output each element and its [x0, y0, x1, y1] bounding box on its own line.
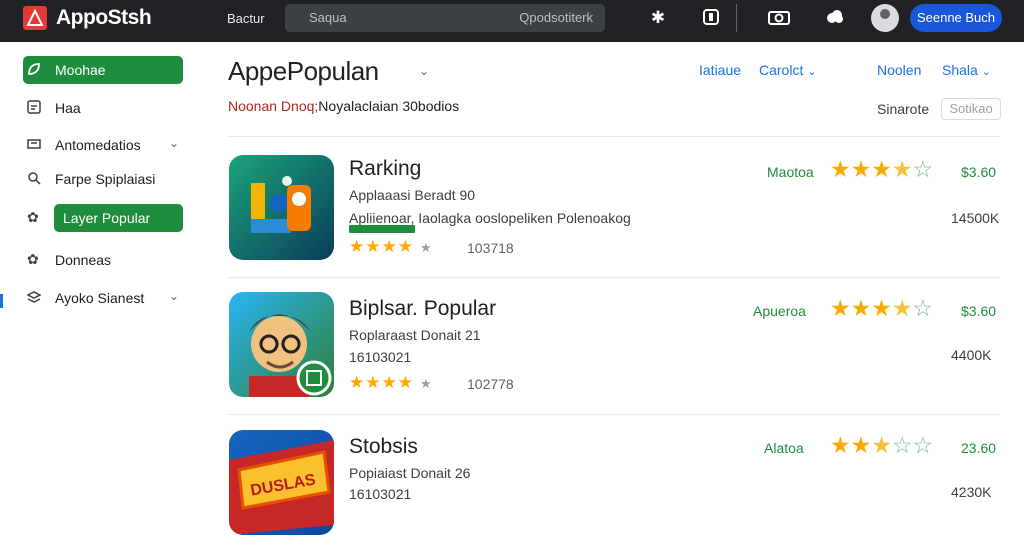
mini-stars-empty: ★: [419, 376, 433, 391]
star-icon: ☆: [891, 432, 913, 458]
ticket-icon: [27, 137, 41, 151]
app-name[interactable]: Stobsis: [349, 435, 418, 459]
app-price: $3.60: [961, 164, 997, 180]
tablet-icon[interactable]: [701, 8, 721, 28]
mini-rating: ★★★★ ★: [349, 237, 433, 257]
download-count: 14500K: [951, 210, 1000, 226]
star-icon: ★: [830, 156, 851, 182]
subtitle-text: Noyalaclaian 30bodios: [318, 98, 460, 114]
star-icon: ★: [830, 432, 851, 458]
app-logo-text[interactable]: AppoStsh: [56, 6, 152, 30]
layers-icon: [26, 290, 42, 304]
divider: [228, 136, 1000, 137]
sidebar-item-label: Farpe Spiplaiasi: [55, 171, 156, 187]
sort-select[interactable]: Sotikao: [941, 98, 1001, 120]
search-bar[interactable]: Saqua Qpodsotiterk: [285, 4, 605, 32]
app-publisher: Popiaiast Donait 26: [349, 465, 471, 481]
star-icon: ★: [891, 156, 913, 182]
chevron-down-icon[interactable]: ⌄: [419, 64, 429, 78]
logo-icon[interactable]: [23, 6, 47, 30]
filter-label: Shala: [942, 62, 978, 78]
app-icon-rarking[interactable]: [229, 155, 334, 260]
download-count: 4230K: [951, 484, 992, 500]
filter-label: Carolct: [759, 62, 804, 78]
sort-label: Sinarote: [877, 101, 930, 117]
app-name[interactable]: Biplsar. Popular: [349, 297, 496, 321]
scroll-marker: [0, 294, 3, 308]
sidebar-item-label: Ayoko Sianest: [55, 290, 145, 306]
filter-dropdown-1[interactable]: Carolct ⌄: [759, 62, 816, 78]
app-category[interactable]: Maotoa: [767, 164, 814, 180]
app-icon-stobsis[interactable]: DUSLAS: [229, 430, 334, 535]
star-icon: ☆: [912, 156, 934, 182]
app-category[interactable]: Alatoa: [764, 440, 804, 456]
search-icon: [27, 171, 41, 185]
sidebar-item-label: Antomedatios: [55, 137, 141, 153]
subtitle-accent: Noonan Dnoq;: [228, 98, 319, 114]
divider: [228, 277, 1000, 278]
sidebar: Moohae Haa Antomedatios ⌄ Farpe Spiplaia…: [0, 42, 200, 512]
filter-dropdown-2[interactable]: Shala ⌄: [942, 62, 991, 78]
sidebar-item-label: Layer Popular: [63, 210, 151, 226]
mini-stars-filled: ★★★★: [349, 373, 414, 392]
star-icon: ★: [830, 295, 851, 321]
page-subtitle: Noonan Dnoq;Noyalaclaian 30bodios: [228, 98, 459, 114]
star-icon: ☆: [912, 295, 934, 321]
app-name[interactable]: Rarking: [349, 157, 421, 181]
topbar-divider: [736, 4, 737, 32]
star-icon: ★: [850, 432, 872, 458]
app-price: $3.60: [961, 303, 997, 319]
app-publisher: Applaaasi Beradt 90: [349, 187, 476, 203]
star-rating: ★★★★☆: [830, 156, 933, 183]
chevron-down-icon[interactable]: ⌄: [169, 289, 179, 303]
star-icon: ★: [871, 432, 892, 458]
mini-stars-filled: ★★★★: [349, 237, 414, 256]
chevron-down-icon: ⌄: [807, 66, 817, 78]
top-bar: AppoStsh Bactur Saqua Qpodsotiterk ✱ See…: [0, 0, 1024, 42]
star-icon: ☆: [912, 432, 934, 458]
leaf-icon: [27, 62, 41, 76]
review-count: 103718: [467, 240, 514, 256]
star-icon: ★: [891, 295, 913, 321]
gear-icon: ✿: [27, 209, 39, 225]
search-input[interactable]: Saqua: [309, 10, 347, 25]
sign-in-button[interactable]: Seenne Buch: [910, 4, 1002, 32]
sidebar-item-label: Moohae: [55, 62, 106, 78]
filter-link-2[interactable]: Noolen: [877, 62, 921, 78]
app-icon-biplsar[interactable]: [229, 292, 334, 397]
divider: [228, 414, 1000, 415]
sidebar-item-label: Donneas: [55, 252, 112, 268]
star-icon: ★: [850, 156, 872, 182]
avatar[interactable]: [871, 4, 899, 32]
camera-icon[interactable]: [768, 8, 790, 28]
app-publisher: Roplaraast Donait 21: [349, 327, 481, 343]
top-nav-link[interactable]: Bactur: [227, 11, 265, 26]
status-badge: [349, 225, 415, 233]
review-count: 102778: [467, 376, 514, 392]
sidebar-item-label: Haa: [55, 100, 81, 116]
sidebar-item-home[interactable]: Moohae: [23, 56, 183, 84]
star-icon: ★: [850, 295, 872, 321]
star-rating: ★★★☆☆: [830, 432, 933, 459]
mini-stars-empty: ★: [419, 240, 433, 255]
page-title: AppePopulan: [228, 56, 379, 86]
image-icon: [27, 100, 41, 114]
app-description: 16103021: [349, 349, 412, 365]
chevron-down-icon[interactable]: ⌄: [169, 136, 179, 150]
star-icon: ★: [871, 156, 892, 182]
app-category[interactable]: Apueroa: [753, 303, 806, 319]
chevron-down-icon: ⌄: [981, 66, 991, 78]
star-rating: ★★★★☆: [830, 295, 933, 322]
cloud-icon[interactable]: [825, 8, 845, 28]
app-price: 23.60: [961, 440, 997, 456]
asterisk-icon[interactable]: ✱: [648, 8, 668, 28]
star-icon: ★: [871, 295, 892, 321]
search-hint: Qpodsotiterk: [519, 10, 593, 25]
filter-link-1[interactable]: Iatiaue: [699, 62, 741, 78]
mini-rating: ★★★★ ★: [349, 373, 433, 393]
app-description: Apliienoar, Iaolagka ooslopeliken Poleno…: [349, 210, 631, 226]
cog-icon: ✿: [27, 251, 39, 267]
app-description: 16103021: [349, 486, 412, 502]
download-count: 4400K: [951, 347, 992, 363]
